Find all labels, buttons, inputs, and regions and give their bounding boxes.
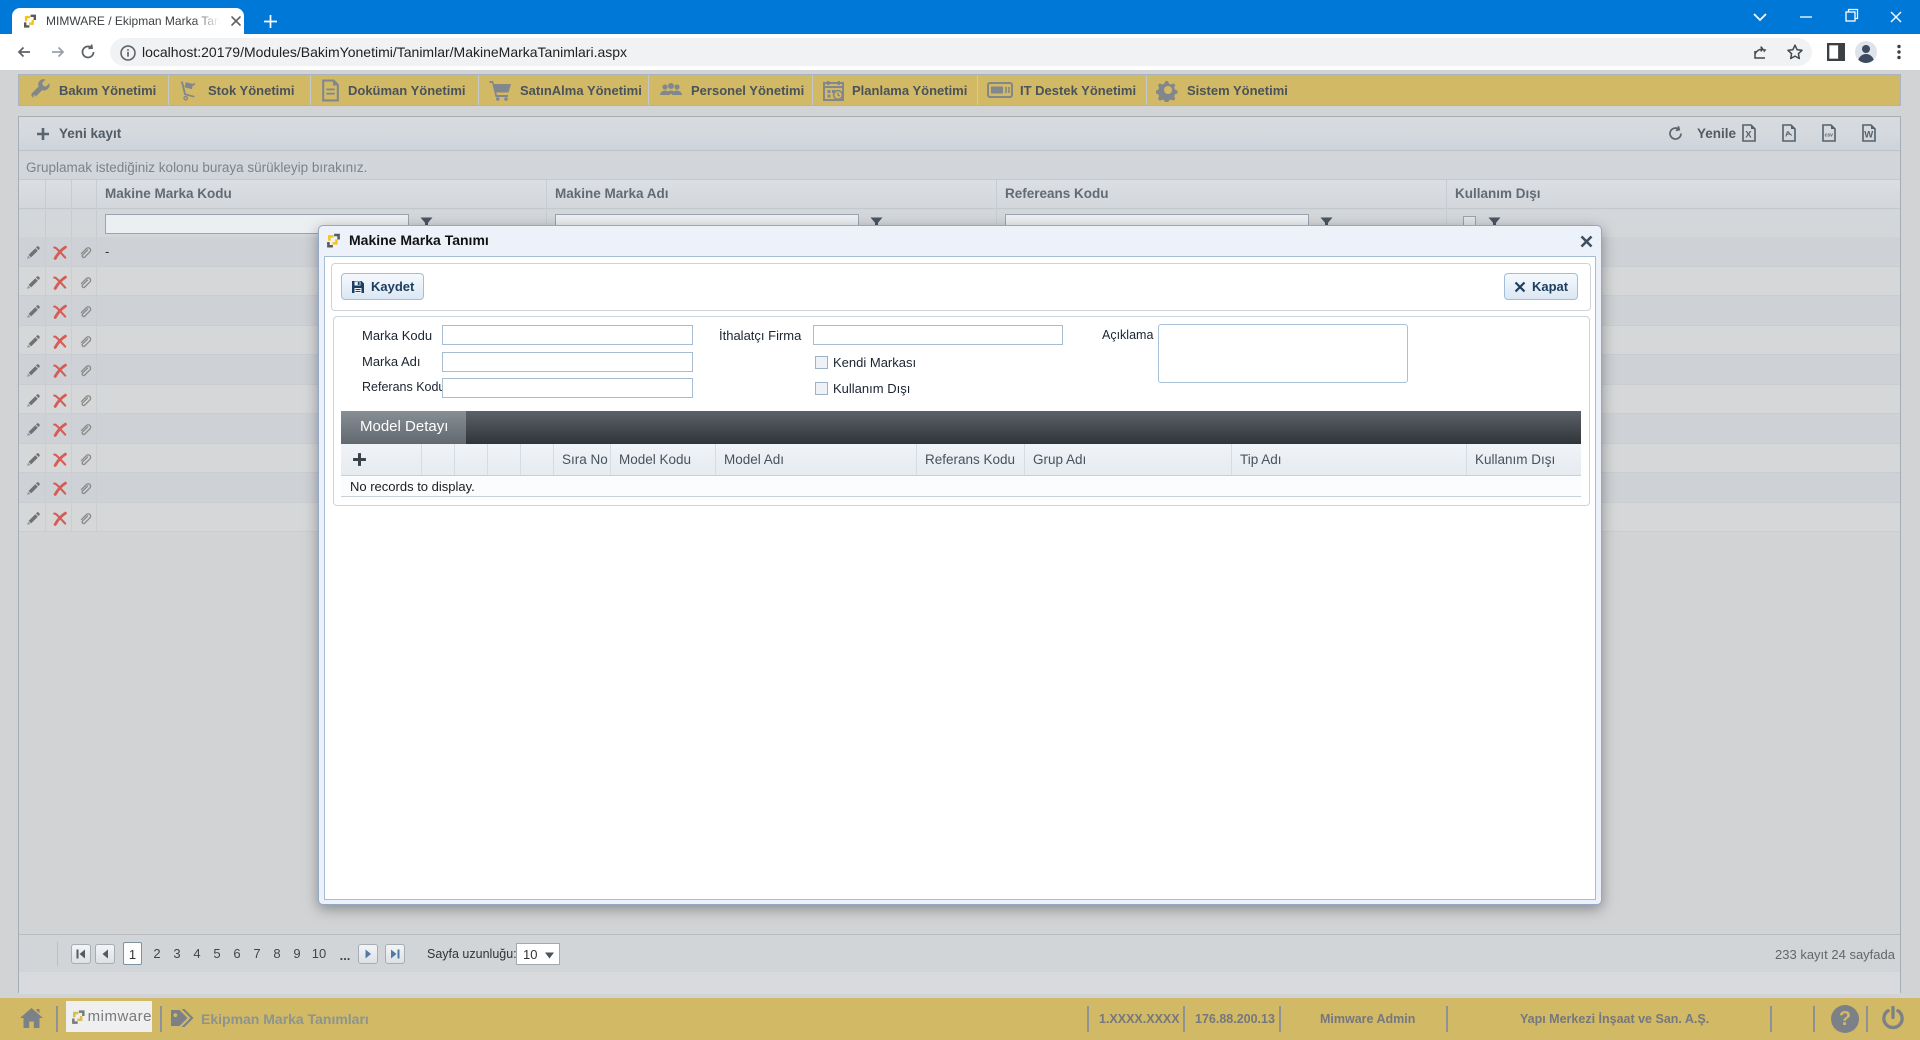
svg-text:X: X xyxy=(1745,130,1752,141)
svg-text:csv: csv xyxy=(1825,133,1834,139)
svg-text:W: W xyxy=(1864,130,1873,141)
